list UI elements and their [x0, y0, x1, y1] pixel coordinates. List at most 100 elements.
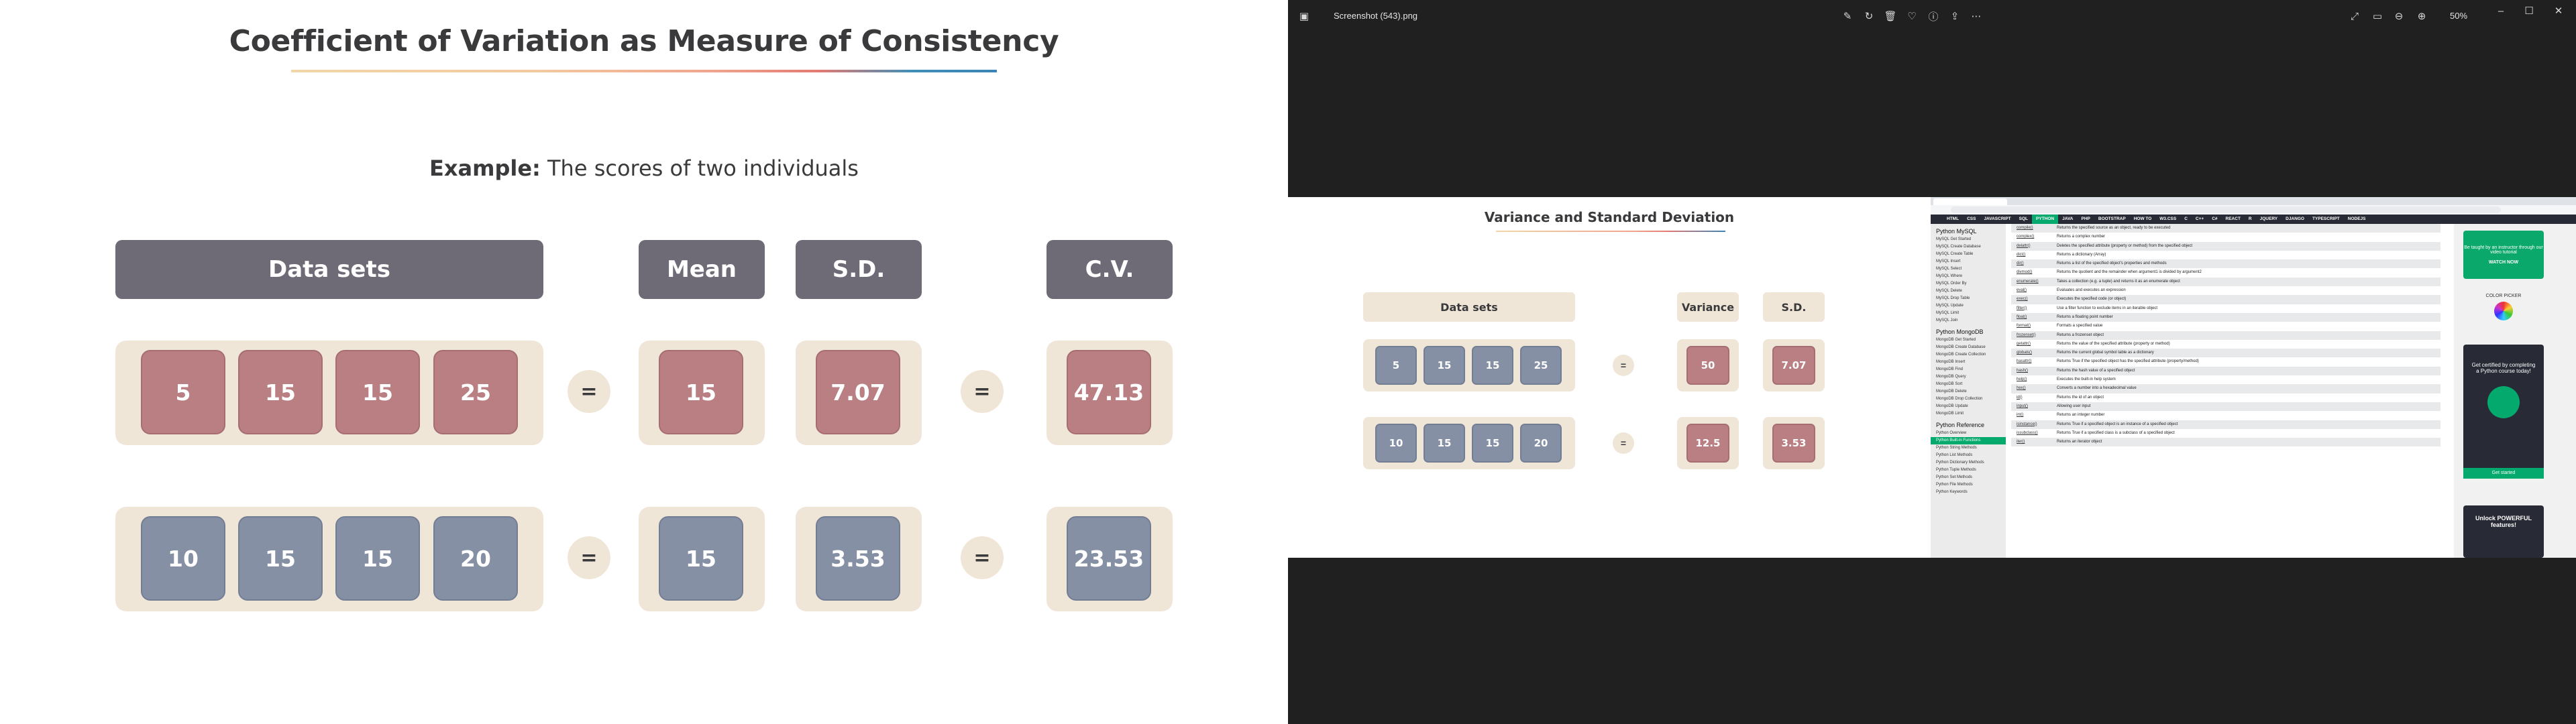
- image-function-description: Takes a collection (e.g. a tuple) and re…: [2057, 279, 2180, 284]
- image-ad-video: Be taught by an instructor through our v…: [2463, 231, 2544, 279]
- image-data-tile: 20: [1520, 424, 1562, 463]
- image-header-sd: S.D.: [1763, 292, 1825, 322]
- image-table-row: getattr() Returns the value of the specif…: [2011, 340, 2440, 349]
- close-icon[interactable]: ✕: [2552, 4, 2565, 17]
- image-icon: ▣: [1299, 11, 1309, 22]
- viewer-toolbar: ▣ Screenshot (543).png ✎ ↻ 🗑 ♡ ⓘ ⇪ ⋯ ⤢ ▭…: [1288, 0, 2576, 32]
- image-sidebar-item: MySQL Drop Table: [1936, 296, 1970, 300]
- image-function-name: globals(): [2017, 351, 2033, 355]
- image-table-row: issubclass() Returns True if a specified …: [2011, 429, 2440, 438]
- image-nav-item: R: [2248, 217, 2252, 221]
- image-sidebar: Python MySQL MySQL Get Started MySQL Creat…: [1931, 224, 2006, 558]
- zoom-out-icon[interactable]: ⊖: [2392, 9, 2406, 23]
- photo-viewer-window: ▣ Screenshot (543).png ✎ ↻ 🗑 ♡ ⓘ ⇪ ⋯ ⤢ ▭…: [1288, 0, 2576, 724]
- image-sidebar-item: Python Overview: [1936, 431, 1967, 435]
- image-function-description: Returns a frozenset object: [2057, 333, 2104, 337]
- image-nav-item: PHP: [2081, 217, 2090, 221]
- image-slide: Variance and Standard Deviation Data set…: [1288, 197, 1931, 558]
- fullscreen-icon[interactable]: ⤢: [2348, 9, 2361, 23]
- image-sidebar-item: MySQL Create Table: [1936, 252, 1974, 256]
- image-nav-item: C: [2184, 217, 2188, 221]
- image-sidebar-item: MongoDB Delete: [1936, 389, 1967, 394]
- image-nav-item: REACT: [2225, 217, 2241, 221]
- title-underline: [291, 70, 997, 72]
- image-table-row: id() Returns the id of an object: [2011, 394, 2440, 402]
- equals-sign: =: [568, 536, 610, 579]
- image-function-description: Use a filter function to exclude items i…: [2057, 306, 2158, 310]
- more-icon[interactable]: ⋯: [1970, 9, 1983, 23]
- image-ad-certified-button: Get started: [2463, 468, 2544, 479]
- image-function-name: hasattr(): [2017, 359, 2032, 364]
- subtitle-text: The scores of two individuals: [540, 156, 859, 181]
- image-table-row: delattr() Deletes the specified attribute…: [2011, 241, 2440, 251]
- edit-icon[interactable]: ✎: [1841, 9, 1854, 23]
- minimize-icon[interactable]: –: [2494, 4, 2508, 17]
- image-site-nav: HTML CSS JAVASCRIPT SQL PYTHON JAVA PHP BOOTSTR…: [1931, 215, 2576, 224]
- image-function-description: Returns an integer number: [2057, 413, 2105, 418]
- image-sd-tile: 3.53: [1772, 424, 1815, 463]
- image-function-name: input(): [2017, 404, 2029, 408]
- image-data-tile: 15: [1472, 346, 1513, 385]
- image-table-row: filter() Use a filter function to exclude…: [2011, 304, 2440, 313]
- image-nav-item: JAVASCRIPT: [1984, 217, 2011, 221]
- image-sidebar-heading: Python MongoDB: [1936, 328, 1984, 335]
- image-browser-tabs: [1931, 197, 2576, 205]
- maximize-icon[interactable]: ☐: [2522, 4, 2536, 17]
- image-ads-column: Be taught by an instructor through our v…: [2454, 224, 2576, 558]
- slideshow-icon[interactable]: ▭: [2371, 9, 2384, 23]
- image-function-name: delattr(): [2017, 243, 2031, 248]
- image-function-description: Executes the built-in help system: [2057, 377, 2116, 382]
- image-table-row: help() Executes the built-in help system: [2011, 375, 2440, 384]
- favorite-icon[interactable]: ♡: [1905, 9, 1919, 23]
- image-function-name: compile(): [2017, 226, 2033, 230]
- data-value-tile: 20: [433, 516, 518, 601]
- data-value-tile: 15: [335, 516, 420, 601]
- image-nav-item: TYPESCRIPT: [2312, 217, 2340, 221]
- header-cv: C.V.: [1046, 240, 1173, 299]
- image-function-name: frozenset(): [2017, 333, 2036, 337]
- image-function-description: Converts a number into a hexadecimal val…: [2057, 386, 2137, 391]
- image-function-name: complex(): [2017, 235, 2035, 239]
- zoom-in-icon[interactable]: ⊕: [2415, 9, 2428, 23]
- image-table-row: compile() Returns the specified source as…: [2011, 224, 2440, 233]
- image-table-row: input() Allowing user input: [2011, 402, 2440, 412]
- image-function-name: dict(): [2017, 252, 2026, 257]
- image-function-description: Returns True if the specified object has…: [2057, 359, 2199, 364]
- rotate-icon[interactable]: ↻: [1862, 9, 1876, 23]
- delete-icon[interactable]: 🗑: [1884, 9, 1897, 23]
- image-function-description: Returns the hash value of a specified ob…: [2057, 368, 2135, 373]
- image-table-row: float() Returns a floating point number: [2011, 312, 2440, 322]
- image-function-description: Returns the id of an object: [2057, 395, 2104, 400]
- image-sidebar-item: MongoDB Drop Collection: [1936, 397, 1983, 401]
- image-data-tile: 25: [1520, 346, 1562, 385]
- image-functions-table: compile() Returns the specified source as…: [2011, 224, 2440, 558]
- image-function-description: Deletes the specified attribute (propert…: [2057, 243, 2193, 248]
- share-icon[interactable]: ⇪: [1948, 9, 1962, 23]
- image-function-name: hex(): [2017, 386, 2026, 391]
- image-function-name: float(): [2017, 314, 2027, 319]
- image-function-description: Formats a specified value: [2057, 324, 2103, 328]
- displayed-image[interactable]: Variance and Standard Deviation Data set…: [1288, 197, 2576, 558]
- image-sidebar-item: MongoDB Insert: [1936, 360, 1966, 364]
- image-function-name: enumerate(): [2017, 279, 2039, 284]
- image-sidebar-item: Python Built-in Functions: [1931, 437, 2006, 444]
- image-header-variance: Variance: [1677, 292, 1739, 322]
- header-mean: Mean: [639, 240, 765, 299]
- image-function-description: Returns a floating point number: [2057, 314, 2113, 319]
- image-sidebar-item: MySQL Join: [1936, 318, 1958, 322]
- image-data-tile: 15: [1424, 346, 1465, 385]
- image-function-description: Returns True if a specified object is an…: [2057, 422, 2178, 426]
- info-icon[interactable]: ⓘ: [1927, 9, 1940, 23]
- image-browser-screenshot: HTML CSS JAVASCRIPT SQL PYTHON JAVA PHP BOOTSTR…: [1931, 197, 2576, 558]
- slide-panel: Coefficient of Variation as Measure of C…: [0, 0, 1288, 724]
- image-function-description: Returns True if a specified class is a s…: [2057, 430, 2175, 435]
- image-nav-item: JAVA: [2062, 217, 2074, 221]
- image-nav-item: SQL: [2019, 217, 2029, 221]
- equals-sign: =: [568, 370, 610, 413]
- data-value-tile: 5: [141, 350, 225, 434]
- image-sidebar-item: MySQL Create Database: [1936, 245, 1981, 249]
- data-value-tile: 15: [238, 516, 323, 601]
- image-variance-tile: 12.5: [1686, 424, 1729, 463]
- image-function-description: Returns a dictionary (Array): [2057, 252, 2106, 257]
- image-ad-video-button: WATCH NOW: [2488, 260, 2519, 265]
